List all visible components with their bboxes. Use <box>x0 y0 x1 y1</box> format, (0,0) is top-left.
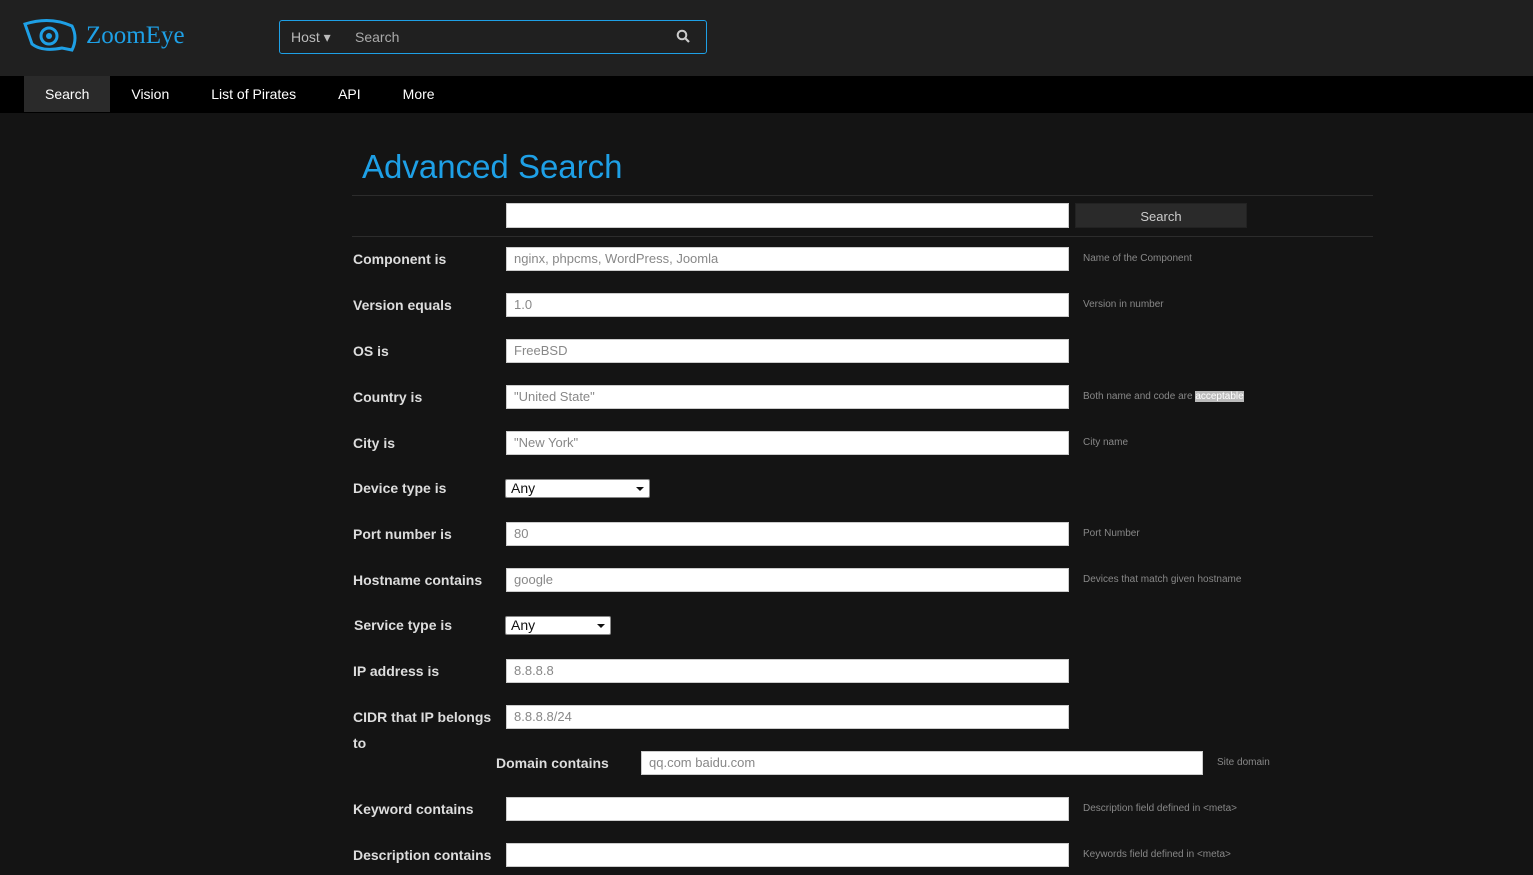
eye-logo-icon <box>23 19 77 52</box>
label: Version equals <box>353 297 452 313</box>
label: CIDR that IP belongs <box>353 709 492 725</box>
main-query-input[interactable] <box>506 203 1069 228</box>
field-service-type: Service type is Any <box>0 612 1533 638</box>
label: Port number is <box>353 526 452 542</box>
chevron-down-icon <box>597 624 605 628</box>
page-title: Advanced Search <box>362 148 623 185</box>
port-input[interactable]: 80 <box>506 522 1069 546</box>
field-component: Component is nginx, phpcms, WordPress, Jo… <box>0 246 1533 272</box>
field-device-type: Device type is Any <box>0 475 1533 501</box>
field-hostname: Hostname contains google Devices that matc… <box>0 567 1533 593</box>
field-version: Version equals 1.0 Version in number <box>0 292 1533 318</box>
domain-input[interactable]: qq.com baidu.com <box>641 751 1203 775</box>
label: IP address is <box>353 663 440 679</box>
hint: Version in number <box>1083 299 1164 310</box>
version-input[interactable]: 1.0 <box>506 293 1069 317</box>
label: Hostname contains <box>353 572 483 588</box>
hint: Keywords field defined in <meta> <box>1083 849 1231 860</box>
component-input[interactable]: nginx, phpcms, WordPress, Joomla <box>506 247 1069 271</box>
search-button[interactable]: Search <box>1075 203 1247 228</box>
nav-search[interactable]: Search <box>24 76 111 112</box>
field-domain: Domain contains qq.com baidu.com Site doma… <box>0 750 1533 776</box>
device-type-select[interactable]: Any <box>505 479 650 498</box>
hint: Site domain <box>1217 757 1270 768</box>
keyword-input[interactable] <box>506 797 1069 821</box>
hostname-input[interactable]: google <box>506 568 1069 592</box>
ip-input[interactable]: 8.8.8.8 <box>506 659 1069 683</box>
select-value: Any <box>511 617 536 633</box>
search-type-dropdown[interactable]: Host ▾ <box>291 29 355 46</box>
cidr-input[interactable]: 8.8.8.8/24 <box>506 705 1069 729</box>
logo-text: ZoomEye <box>86 22 185 49</box>
label: Device type is <box>353 480 447 496</box>
hint: Name of the Component <box>1083 253 1192 264</box>
field-ip: IP address is 8.8.8.8 <box>0 658 1533 684</box>
field-port: Port number is 80 Port Number <box>0 521 1533 547</box>
main-nav: Search Vision List of Pirates API More <box>0 76 1533 113</box>
search-icon[interactable] <box>676 29 706 46</box>
top-search[interactable]: Host ▾ Search <box>279 20 707 54</box>
hint: City name <box>1083 437 1129 448</box>
label: Keyword contains <box>353 801 474 817</box>
header: ZoomEye Host ▾ Search <box>0 0 1533 76</box>
divider <box>352 236 1373 237</box>
search-type-label: Host <box>291 28 320 45</box>
label: City is <box>353 435 396 451</box>
nav-list-of-pirates[interactable]: List of Pirates <box>190 76 317 112</box>
hint: Description field defined in <meta> <box>1083 803 1237 814</box>
field-description: Description contains Keywords field defin… <box>0 842 1533 868</box>
hint: Devices that match given hostname <box>1083 574 1242 585</box>
field-country: Country is "United State" Both name and co… <box>0 384 1533 410</box>
hint-text: Both name and code are <box>1083 391 1196 402</box>
country-input[interactable]: "United State" <box>506 385 1069 409</box>
nav-more[interactable]: More <box>382 76 456 112</box>
top-search-input[interactable]: Search <box>355 29 676 45</box>
label: OS is <box>353 343 389 359</box>
label: Description contains <box>353 847 492 863</box>
field-keyword: Keyword contains Description field define… <box>0 796 1533 822</box>
nav-vision[interactable]: Vision <box>110 76 190 112</box>
hint-highlight: acceptable <box>1195 391 1244 402</box>
divider <box>352 195 1373 196</box>
label: Service type is <box>354 617 453 633</box>
os-input[interactable]: FreeBSD <box>506 339 1069 363</box>
logo[interactable]: ZoomEye <box>22 18 185 54</box>
label: Component is <box>353 251 447 267</box>
label: Domain contains <box>496 755 609 771</box>
hint: Both name and code are acceptable <box>1083 384 1244 410</box>
label: Country is <box>353 389 423 405</box>
select-value: Any <box>511 480 536 496</box>
service-type-select[interactable]: Any <box>505 616 611 635</box>
field-city: City is "New York" City name <box>0 430 1533 456</box>
description-input[interactable] <box>506 843 1069 867</box>
nav-api[interactable]: API <box>317 76 382 112</box>
chevron-down-icon <box>636 487 644 491</box>
field-cidr: CIDR that IP belongs to 8.8.8.8/24 <box>0 704 1533 751</box>
hint: Port Number <box>1083 528 1140 539</box>
field-os: OS is FreeBSD <box>0 338 1533 364</box>
city-input[interactable]: "New York" <box>506 431 1069 455</box>
